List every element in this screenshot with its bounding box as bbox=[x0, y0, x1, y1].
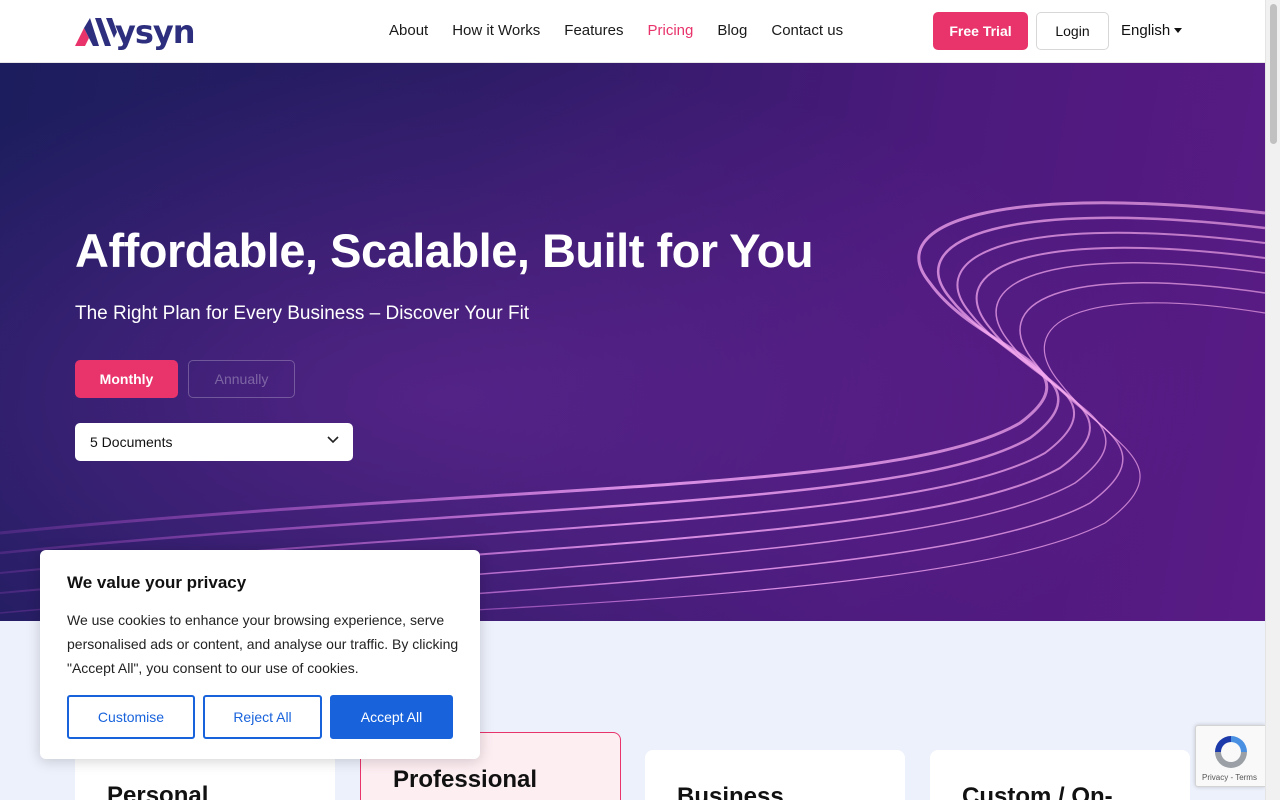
nav-blog[interactable]: Blog bbox=[717, 22, 747, 40]
documents-select-value: 5 Documents bbox=[90, 434, 173, 450]
billing-annually-button[interactable]: Annually bbox=[188, 360, 295, 398]
plan-title: Custom / On- bbox=[962, 783, 1113, 800]
cookie-title: We value your privacy bbox=[67, 573, 247, 592]
chevron-down-icon bbox=[327, 436, 339, 444]
page-scrollbar[interactable] bbox=[1265, 0, 1280, 800]
billing-monthly-button[interactable]: Monthly bbox=[75, 360, 178, 398]
site-header: ysyn About How it Works Features Pricing… bbox=[0, 0, 1265, 63]
nav-contact-us[interactable]: Contact us bbox=[771, 22, 843, 40]
recaptcha-links[interactable]: Privacy - Terms bbox=[1202, 773, 1257, 782]
page-title: Affordable, Scalable, Built for You bbox=[75, 224, 814, 277]
login-button[interactable]: Login bbox=[1036, 12, 1109, 50]
cookie-consent-dialog: We value your privacy We use cookies to … bbox=[40, 550, 480, 759]
plan-title: Business bbox=[677, 783, 784, 800]
accept-all-button[interactable]: Accept All bbox=[330, 695, 453, 739]
logo[interactable]: ysyn bbox=[75, 13, 196, 51]
recaptcha-badge[interactable]: Privacy - Terms bbox=[1195, 725, 1265, 787]
scrollbar-thumb[interactable] bbox=[1270, 4, 1277, 144]
documents-select[interactable]: 5 Documents bbox=[75, 423, 353, 461]
language-label: English bbox=[1121, 22, 1171, 39]
plan-card-business: Business bbox=[645, 750, 905, 800]
nav-how-it-works[interactable]: How it Works bbox=[452, 22, 540, 40]
main-nav: About How it Works Features Pricing Blog… bbox=[389, 22, 843, 40]
logo-mark-icon bbox=[75, 18, 117, 46]
plan-title: Personal bbox=[107, 782, 209, 800]
recaptcha-icon bbox=[1215, 736, 1247, 768]
reject-all-button[interactable]: Reject All bbox=[203, 695, 322, 739]
logo-text: ysyn bbox=[115, 13, 196, 51]
language-selector[interactable]: English bbox=[1121, 22, 1183, 39]
nav-about[interactable]: About bbox=[389, 22, 428, 40]
nav-features[interactable]: Features bbox=[564, 22, 623, 40]
caret-down-icon bbox=[1174, 28, 1183, 33]
cookie-text: We use cookies to enhance your browsing … bbox=[67, 612, 459, 676]
plan-card-custom: Custom / On- bbox=[930, 750, 1190, 800]
page-subtitle: The Right Plan for Every Business – Disc… bbox=[75, 303, 530, 324]
pricing-hero: Affordable, Scalable, Built for You The … bbox=[0, 63, 1265, 621]
nav-pricing[interactable]: Pricing bbox=[647, 22, 693, 40]
customise-button[interactable]: Customise bbox=[67, 695, 195, 739]
light-waves-background bbox=[0, 63, 1265, 621]
plan-title: Professional bbox=[393, 766, 538, 793]
free-trial-button[interactable]: Free Trial bbox=[933, 12, 1028, 50]
